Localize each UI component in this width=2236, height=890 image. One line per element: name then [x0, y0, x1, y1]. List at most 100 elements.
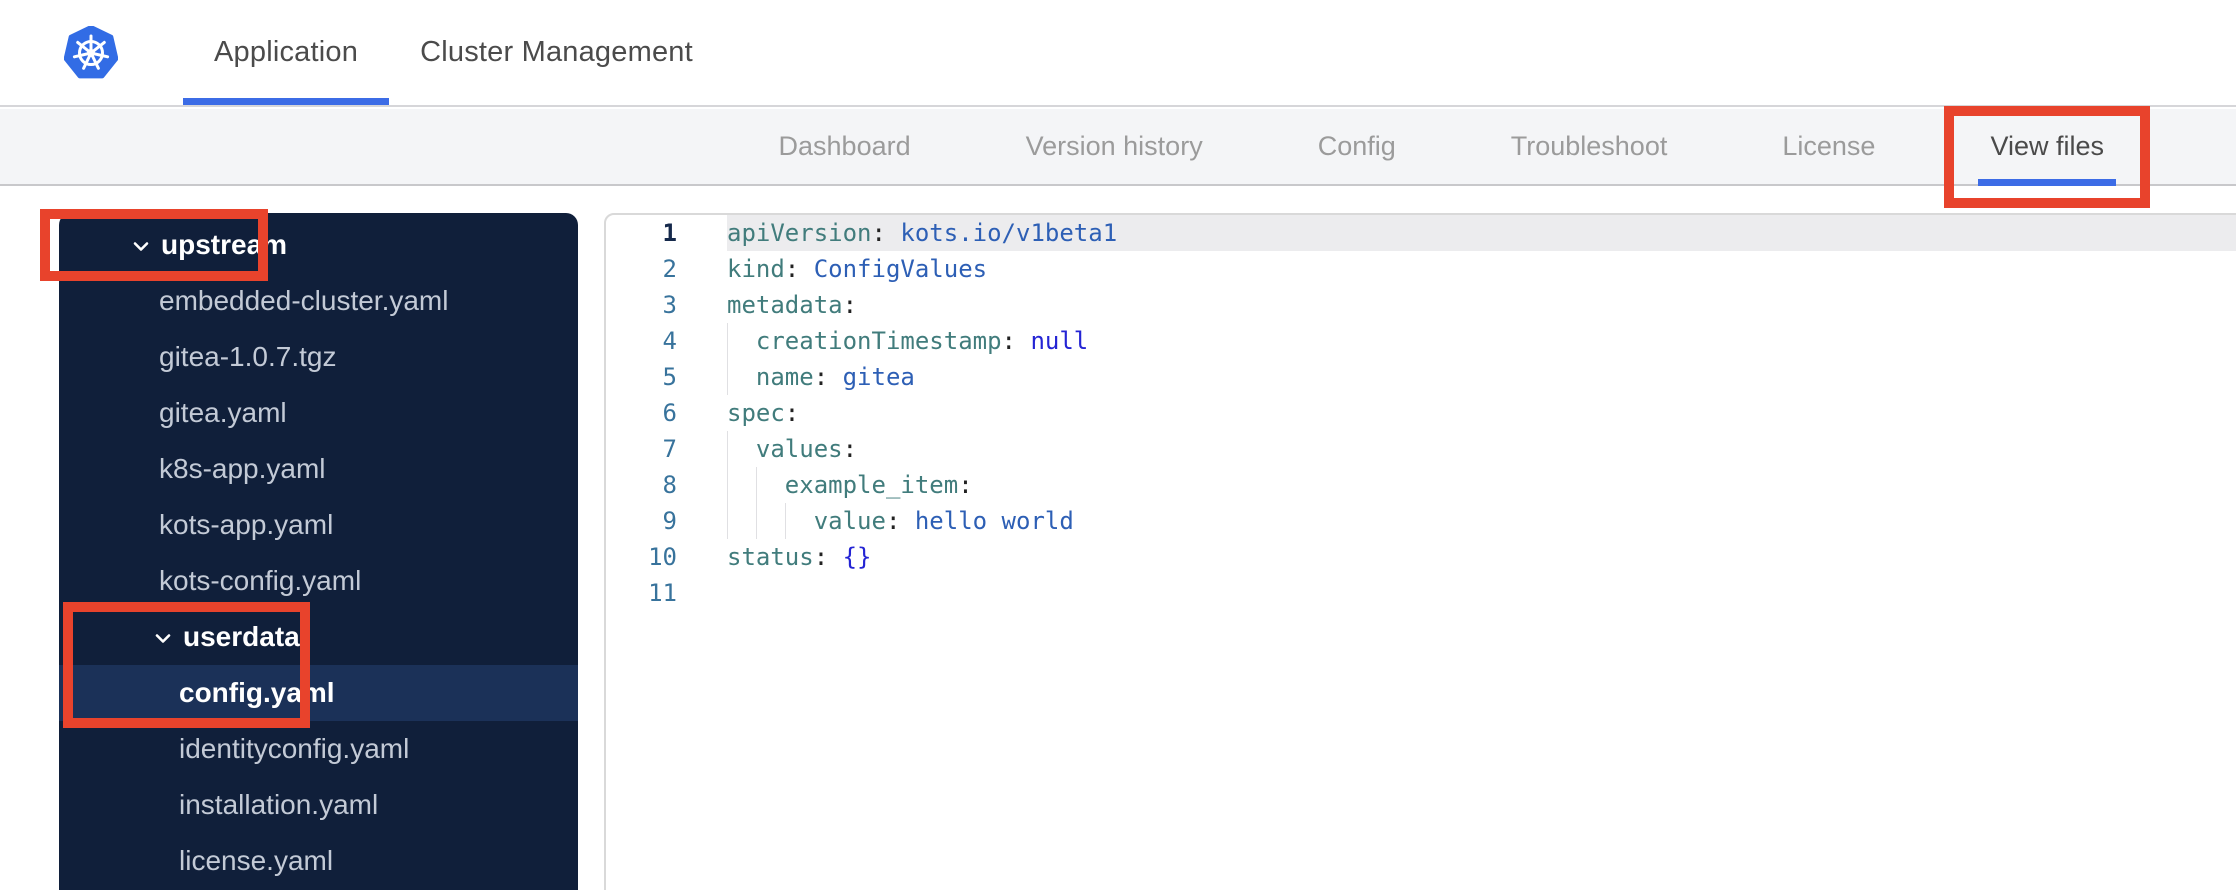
code-line-content: kind: ConfigValues [727, 251, 2236, 287]
token-punct: : [1001, 327, 1031, 355]
tree-item-label: gitea.yaml [159, 397, 287, 428]
file-item-installation.yaml[interactable]: installation.yaml [59, 777, 578, 833]
file-tree: upstream embedded-cluster.yaml gitea-1.0.7… [59, 217, 578, 889]
header-tab-application[interactable]: Application [183, 0, 390, 105]
code-text: creationTimestamp: null [727, 323, 2236, 359]
folder-item-upstream[interactable]: upstream [59, 217, 578, 273]
subnav-item-troubleshoot[interactable]: Troubleshoot [1489, 109, 1690, 184]
file-item-kots-config.yaml[interactable]: kots-config.yaml [59, 553, 578, 609]
line-number: 8 [662, 471, 677, 499]
token-punct: : [813, 543, 843, 571]
code-text: metadata: [727, 287, 2236, 323]
line-number: 2 [662, 255, 677, 283]
tree-item-label: license.yaml [179, 845, 334, 876]
indent-guide [727, 503, 728, 539]
code-line: 6 spec: [606, 395, 2236, 431]
code-line-content: example_item: [727, 467, 2236, 503]
token-key: name [755, 363, 814, 391]
tree-item-label: k8s-app.yaml [159, 453, 326, 484]
token-punct: : [784, 255, 814, 283]
code-line-content: status: {} [727, 539, 2236, 575]
token-key: value [813, 507, 886, 535]
code-line-content: name: gitea [727, 359, 2236, 395]
tree-item-label: config.yaml [179, 677, 335, 708]
tree-item-label: upstream [161, 229, 288, 260]
token-key: status [727, 543, 814, 571]
code-line: 9 value: hello world [606, 503, 2236, 539]
code-line-content: creationTimestamp: null [727, 323, 2236, 359]
subnav-item-dashboard[interactable]: Dashboard [757, 109, 933, 184]
line-number: 1 [662, 219, 677, 247]
subnav-item-version-history[interactable]: Version history [1004, 109, 1225, 184]
indent-guide [785, 503, 786, 539]
line-number: 9 [662, 507, 677, 535]
token-key: example_item [784, 471, 959, 499]
top-header: Application Cluster Management [0, 0, 2236, 107]
token-punct: : [958, 471, 973, 499]
code-line: 2 kind: ConfigValues [606, 251, 2236, 287]
subnav-item-view-files[interactable]: View files [1968, 109, 2126, 186]
indent-guide [727, 467, 728, 503]
code-line-content: spec: [727, 395, 2236, 431]
header-tab-cluster-management[interactable]: Cluster Management [389, 0, 724, 105]
line-number: 3 [662, 291, 677, 319]
token-value: kots.io/v1beta1 [900, 219, 1118, 247]
app-subnav: Dashboard Version history Config Troublesho… [0, 109, 2236, 186]
tree-item-label: installation.yaml [179, 789, 379, 820]
line-number: 6 [662, 399, 677, 427]
subnav-items: Dashboard Version history Config Troublesho… [757, 109, 2236, 186]
file-item-gitea.yaml[interactable]: gitea.yaml [59, 385, 578, 441]
code-text: values: [727, 431, 2236, 467]
indent-guide [727, 359, 728, 395]
code-line: 8 example_item: [606, 467, 2236, 503]
subnav-item-license[interactable]: License [1760, 109, 1897, 184]
file-item-k8s-app.yaml[interactable]: k8s-app.yaml [59, 441, 578, 497]
code-text: value: hello world [727, 503, 2236, 539]
token-key: creationTimestamp [755, 327, 1002, 355]
code-line: 7 values: [606, 431, 2236, 467]
token-key: apiVersion [727, 219, 872, 247]
code-line-content: metadata: [727, 287, 2236, 323]
code-lines: 1 apiVersion: kots.io/v1beta1 2 kind: Confi… [606, 215, 2236, 611]
tree-item-label: identityconfig.yaml [179, 733, 410, 764]
token-punct: : [784, 399, 800, 427]
token-punct: : [842, 291, 858, 319]
code-text: name: gitea [727, 359, 2236, 395]
token-key: metadata [727, 291, 843, 319]
indent-guide [727, 431, 728, 467]
folder-item-userdata[interactable]: userdata [59, 609, 578, 665]
file-item-gitea-1.0.7.tgz[interactable]: gitea-1.0.7.tgz [59, 329, 578, 385]
indent-guide [756, 503, 757, 539]
token-constant: {} [842, 543, 872, 571]
code-text: kind: ConfigValues [727, 251, 2236, 287]
file-item-identityconfig.yaml[interactable]: identityconfig.yaml [59, 721, 578, 777]
line-number: 11 [648, 579, 677, 607]
header-tabs: Application Cluster Management [183, 0, 724, 105]
code-line: 1 apiVersion: kots.io/v1beta1 [606, 215, 2236, 251]
file-item-config.yaml[interactable]: config.yaml [59, 665, 578, 721]
line-number: 10 [648, 543, 677, 571]
tree-item-label: kots-config.yaml [159, 565, 362, 596]
token-punct: : [871, 219, 901, 247]
subnav-item-config[interactable]: Config [1296, 109, 1418, 184]
file-item-embedded-cluster.yaml[interactable]: embedded-cluster.yaml [59, 273, 578, 329]
file-item-kots-app.yaml[interactable]: kots-app.yaml [59, 497, 578, 553]
file-item-license.yaml[interactable]: license.yaml [59, 833, 578, 889]
token-value: hello world [914, 507, 1074, 535]
code-text: status: {} [727, 539, 2236, 575]
token-key: spec [727, 399, 785, 427]
yaml-editor[interactable]: 1 apiVersion: kots.io/v1beta1 2 kind: Confi… [604, 213, 2236, 890]
code-line: 11 [606, 575, 2236, 611]
token-punct: : [885, 507, 915, 535]
token-value: gitea [842, 363, 915, 391]
code-text: spec: [727, 395, 2236, 431]
tree-item-label: kots-app.yaml [159, 509, 334, 540]
token-punct: : [813, 363, 843, 391]
indent-guide [727, 323, 728, 359]
line-number: 4 [662, 327, 677, 355]
code-line-content [727, 575, 2236, 611]
token-value: ConfigValues [813, 255, 988, 283]
token-key: kind [727, 255, 785, 283]
line-number: 7 [662, 435, 677, 463]
code-text: example_item: [727, 467, 2236, 503]
